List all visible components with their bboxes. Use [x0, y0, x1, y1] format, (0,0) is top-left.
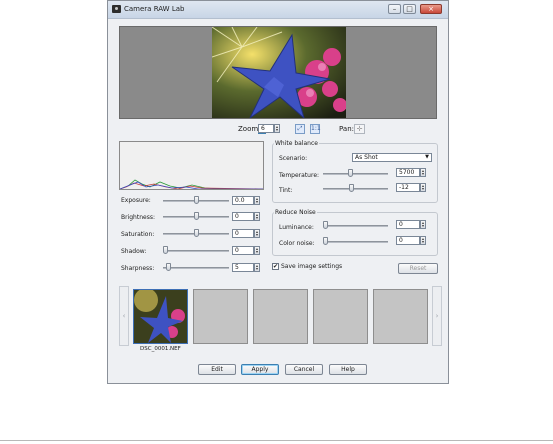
- camera-raw-lab-window: Camera RAW Lab – □ × Zoom 6 ▴ ▾ ⤢ 1:1 Pa…: [107, 0, 449, 384]
- filmstrip-right-arrow[interactable]: ›: [432, 286, 442, 346]
- filmstrip-left-arrow[interactable]: ‹: [119, 286, 129, 346]
- brightness-spinner[interactable]: ▴ ▾: [254, 212, 260, 221]
- white-balance-title: White balance: [274, 140, 319, 147]
- histogram: [119, 141, 264, 190]
- preview-photo: [212, 27, 346, 118]
- tint-spinner[interactable]: ▴ ▾: [420, 183, 426, 192]
- temperature-input[interactable]: 5700: [396, 168, 420, 177]
- luminance-input[interactable]: 0: [396, 220, 420, 229]
- exposure-slider[interactable]: [163, 196, 229, 208]
- brightness-label: Brightness:: [121, 214, 155, 221]
- save-settings-checkbox[interactable]: ✔: [272, 263, 279, 270]
- tint-slider[interactable]: [323, 184, 388, 196]
- temperature-spinner[interactable]: ▴ ▾: [420, 168, 426, 177]
- sharpness-label: Sharpness:: [121, 265, 155, 272]
- shadow-label: Shadow:: [121, 248, 147, 255]
- reduce-noise-title: Reduce Noise: [274, 209, 317, 216]
- exposure-spinner[interactable]: ▴ ▾: [254, 196, 260, 205]
- saturation-spinner[interactable]: ▴ ▾: [254, 229, 260, 238]
- reduce-noise-group: [272, 212, 438, 256]
- shadow-input[interactable]: 0: [232, 246, 254, 255]
- pan-label: Pan:: [339, 125, 354, 133]
- help-button[interactable]: Help: [329, 364, 367, 375]
- sharpness-slider[interactable]: [163, 263, 229, 275]
- thumbnail-empty[interactable]: [253, 289, 308, 344]
- thumbnail-empty[interactable]: [373, 289, 428, 344]
- camera-icon: [112, 5, 121, 13]
- zoom-spinner[interactable]: ▴ ▾: [274, 124, 280, 133]
- pan-icon[interactable]: ✛: [354, 124, 365, 134]
- sharpness-input[interactable]: 5: [232, 263, 254, 272]
- save-settings-label: Save image settings: [281, 263, 343, 270]
- exposure-label: Exposure:: [121, 197, 151, 204]
- filmstrip: ‹ › DSC_0001.NEF: [119, 286, 442, 356]
- tint-label: Tint:: [279, 187, 293, 194]
- temperature-slider[interactable]: [323, 169, 388, 181]
- luminance-label: Luminance:: [279, 224, 314, 231]
- maximize-button[interactable]: □: [403, 4, 416, 14]
- luminance-slider[interactable]: [323, 221, 388, 233]
- brightness-slider[interactable]: [163, 212, 229, 224]
- thumbnail-caption: DSC_0001.NEF: [140, 346, 181, 352]
- image-preview[interactable]: [119, 26, 437, 119]
- zoom-label: Zoom: [238, 125, 259, 133]
- close-button[interactable]: ×: [420, 4, 442, 14]
- saturation-input[interactable]: 0: [232, 229, 254, 238]
- reset-button[interactable]: Reset: [398, 263, 438, 274]
- edit-button[interactable]: Edit: [198, 364, 236, 375]
- apply-button[interactable]: Apply: [241, 364, 279, 375]
- shadow-spinner[interactable]: ▴ ▾: [254, 246, 260, 255]
- sharpness-spinner[interactable]: ▴ ▾: [254, 263, 260, 272]
- window-title: Camera RAW Lab: [124, 5, 185, 13]
- scenario-select[interactable]: As Shot ▼: [352, 153, 432, 162]
- zoom-input[interactable]: 6: [258, 124, 274, 133]
- temperature-label: Temperature:: [279, 172, 320, 179]
- title-bar[interactable]: Camera RAW Lab – □ ×: [108, 1, 448, 19]
- scenario-label: Scenario:: [279, 155, 308, 162]
- page-divider: [0, 440, 553, 441]
- tint-input[interactable]: -12: [396, 183, 420, 192]
- zoom-underline: [258, 133, 266, 134]
- saturation-label: Saturation:: [121, 231, 155, 238]
- cancel-button[interactable]: Cancel: [285, 364, 323, 375]
- exposure-input[interactable]: 0.0: [232, 196, 254, 205]
- actual-size-icon[interactable]: 1:1: [310, 124, 321, 134]
- saturation-slider[interactable]: [163, 229, 229, 241]
- brightness-input[interactable]: 0: [232, 212, 254, 221]
- shadow-slider[interactable]: [163, 246, 229, 258]
- thumbnail-empty[interactable]: [193, 289, 248, 344]
- fit-window-icon[interactable]: ⤢: [295, 124, 305, 134]
- color-noise-label: Color noise:: [279, 240, 315, 247]
- color-noise-slider[interactable]: [323, 237, 388, 249]
- minimize-button[interactable]: –: [388, 4, 401, 14]
- luminance-spinner[interactable]: ▴ ▾: [420, 220, 426, 229]
- chevron-down-icon: ▼: [425, 154, 429, 160]
- scenario-value: As Shot: [355, 154, 378, 161]
- color-noise-spinner[interactable]: ▴ ▾: [420, 236, 426, 245]
- thumbnail-empty[interactable]: [313, 289, 368, 344]
- color-noise-input[interactable]: 0: [396, 236, 420, 245]
- thumbnail-selected[interactable]: [133, 288, 188, 344]
